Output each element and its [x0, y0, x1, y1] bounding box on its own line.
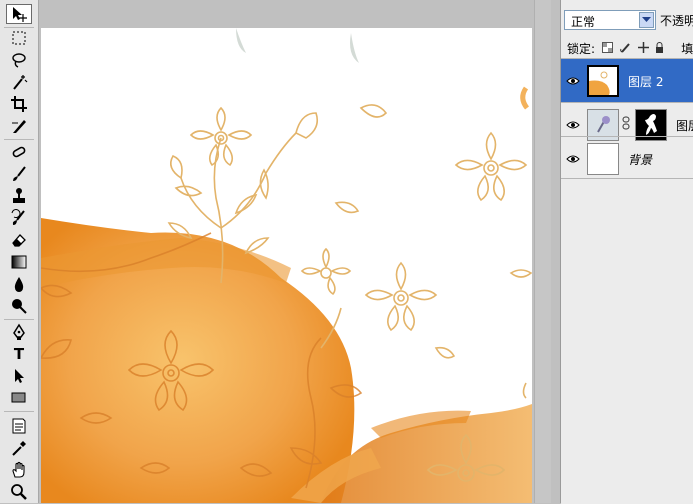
- path-selection-tool-icon[interactable]: [6, 366, 32, 386]
- slice-tool-icon[interactable]: [6, 116, 32, 136]
- lock-position-icon[interactable]: [637, 41, 649, 56]
- history-brush-tool-icon[interactable]: [6, 208, 32, 228]
- lock-all-icon[interactable]: [655, 41, 664, 56]
- lock-label: 锁定:: [567, 42, 596, 56]
- pen-tool-icon[interactable]: [6, 322, 32, 342]
- rectangle-tool-icon[interactable]: [6, 388, 32, 408]
- hand-tool-icon[interactable]: [6, 460, 32, 480]
- blend-mode-select[interactable]: 正常: [564, 10, 656, 30]
- tools-panel: T: [0, 0, 39, 503]
- layer-thumbnail: [587, 65, 619, 97]
- crop-tool-icon[interactable]: [6, 94, 32, 114]
- healing-brush-tool-icon[interactable]: [6, 142, 32, 162]
- clone-stamp-tool-icon[interactable]: [6, 186, 32, 206]
- layer-row-layer-2[interactable]: 图层 2: [561, 58, 693, 102]
- layers-panel: 正常 不透明 锁定: 填 图层 2 图 背景: [560, 0, 693, 504]
- layer-name: 背景: [628, 153, 653, 167]
- lock-pixels-icon[interactable]: [619, 42, 631, 56]
- eraser-tool-icon[interactable]: [6, 230, 32, 250]
- eyedropper-tool-icon[interactable]: [6, 438, 32, 458]
- dodge-tool-icon[interactable]: [6, 296, 32, 316]
- floral-artwork: [41, 28, 532, 503]
- visibility-eye-icon[interactable]: [563, 115, 583, 135]
- layers-panel-empty-area: [561, 178, 693, 504]
- opacity-label: 不透明: [660, 14, 693, 28]
- layer-mask-link-icon[interactable]: [622, 116, 630, 133]
- magic-wand-tool-icon[interactable]: [6, 72, 32, 92]
- lasso-tool-icon[interactable]: [6, 50, 32, 70]
- layer-name: 图层 2: [628, 75, 664, 89]
- document-window: [39, 0, 551, 503]
- zoom-tool-icon[interactable]: [6, 482, 32, 502]
- fill-label: 填: [681, 42, 693, 56]
- gradient-tool-icon[interactable]: [6, 252, 32, 272]
- lock-transparency-icon[interactable]: [601, 41, 613, 56]
- visibility-eye-icon[interactable]: [563, 71, 583, 91]
- image-canvas[interactable]: [41, 28, 532, 503]
- type-tool-icon[interactable]: T: [6, 344, 32, 364]
- notes-tool-icon[interactable]: [6, 416, 32, 436]
- blend-mode-value: 正常: [571, 15, 596, 29]
- marquee-tool-icon[interactable]: [6, 28, 32, 48]
- brush-tool-icon[interactable]: [6, 164, 32, 184]
- chevron-down-icon[interactable]: [639, 12, 654, 28]
- lock-row: 锁定: 填: [567, 40, 693, 56]
- visibility-eye-icon[interactable]: [563, 149, 583, 169]
- layer-row-background[interactable]: 背景: [561, 136, 693, 180]
- blur-tool-icon[interactable]: [6, 274, 32, 294]
- move-tool-icon[interactable]: [6, 4, 32, 24]
- vertical-scrollbar[interactable]: [534, 0, 551, 503]
- layer-name: 图层: [676, 119, 693, 133]
- layer-thumbnail: [587, 143, 619, 175]
